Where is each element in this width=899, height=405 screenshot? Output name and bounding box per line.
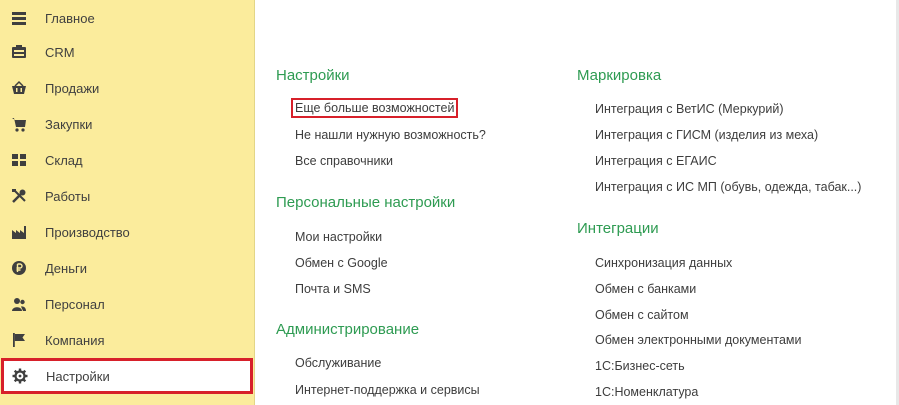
sidebar-item-label: Работы — [45, 188, 91, 204]
sidebar-item-company[interactable]: Компания — [0, 322, 255, 358]
sidebar-item-label: Компания — [45, 332, 105, 348]
sidebar-item-label: Главное — [45, 10, 95, 26]
cart-icon — [11, 116, 27, 132]
link-google-exchange[interactable]: Обмен с Google — [295, 256, 388, 270]
sidebar-item-label: Настройки — [46, 368, 110, 384]
section-title-personal-settings: Персональные настройки — [276, 194, 456, 211]
link-vetis[interactable]: Интеграция с ВетИС (Меркурий) — [595, 102, 784, 116]
sidebar-item-warehouse[interactable]: Склад — [0, 142, 255, 178]
link-egais[interactable]: Интеграция с ЕГАИС — [595, 154, 717, 168]
sidebar-item-purchases[interactable]: Закупки — [0, 106, 255, 142]
link-gism[interactable]: Интеграция с ГИСМ (изделия из меха) — [595, 128, 818, 142]
sidebar-item-settings[interactable]: Настройки — [1, 358, 253, 394]
sidebar-item-crm[interactable]: CRM — [0, 34, 255, 70]
link-nomenclature[interactable]: 1С:Номенклатура — [595, 385, 698, 399]
sidebar-item-label: CRM — [45, 44, 75, 60]
settings-panel: Настройки Еще больше возможностей Не наш… — [256, 0, 899, 405]
link-mail-sms[interactable]: Почта и SMS — [295, 282, 371, 296]
home-icon — [11, 10, 27, 26]
sidebar-item-label: Продажи — [45, 80, 100, 96]
section-title-administration: Администрирование — [276, 321, 420, 338]
section-title-marking: Маркировка — [577, 67, 662, 84]
section-title-integrations: Интеграции — [577, 220, 659, 237]
link-maintenance[interactable]: Обслуживание — [295, 356, 381, 370]
tools-icon — [11, 188, 27, 204]
link-edi-exchange[interactable]: Обмен электронными документами — [595, 333, 801, 347]
link-more-features[interactable]: Еще больше возможностей — [291, 98, 459, 118]
sidebar-item-personnel[interactable]: Персонал — [0, 286, 255, 322]
warehouse-icon — [11, 152, 27, 168]
sidebar-item-label: Склад — [45, 152, 83, 168]
sidebar-item-label: Производство — [45, 224, 130, 240]
sidebar-item-label: Деньги — [45, 260, 87, 276]
ruble-icon — [11, 260, 27, 276]
link-internet-support[interactable]: Интернет-поддержка и сервисы — [295, 383, 480, 397]
link-is-mp[interactable]: Интеграция с ИС МП (обувь, одежда, табак… — [595, 180, 861, 194]
sidebar-item-production[interactable]: Производство — [0, 214, 255, 250]
sidebar-item-money[interactable]: Деньги — [0, 250, 255, 286]
link-feature-not-found[interactable]: Не нашли нужную возможность? — [295, 128, 486, 142]
link-bank-exchange[interactable]: Обмен с банками — [595, 282, 696, 296]
link-data-sync[interactable]: Синхронизация данных — [595, 256, 732, 270]
link-business-network[interactable]: 1С:Бизнес-сеть — [595, 359, 685, 373]
link-site-exchange[interactable]: Обмен с сайтом — [595, 308, 689, 322]
sidebar-item-label: Персонал — [45, 296, 105, 312]
sidebar: Главное CRM Продажи Закупки Склад Работы — [0, 0, 255, 405]
crm-icon — [11, 44, 27, 60]
sidebar-item-main[interactable]: Главное — [0, 0, 255, 36]
sidebar-item-works[interactable]: Работы — [0, 178, 255, 214]
people-icon — [11, 296, 27, 312]
link-my-settings[interactable]: Мои настройки — [295, 230, 382, 244]
gear-icon — [12, 368, 28, 384]
sidebar-item-label: Закупки — [45, 116, 93, 132]
factory-icon — [11, 224, 27, 240]
flag-icon — [11, 332, 27, 348]
sidebar-item-sales[interactable]: Продажи — [0, 70, 255, 106]
section-title-settings: Настройки — [276, 67, 350, 84]
basket-icon — [11, 80, 27, 96]
link-all-catalogs[interactable]: Все справочники — [295, 154, 393, 168]
